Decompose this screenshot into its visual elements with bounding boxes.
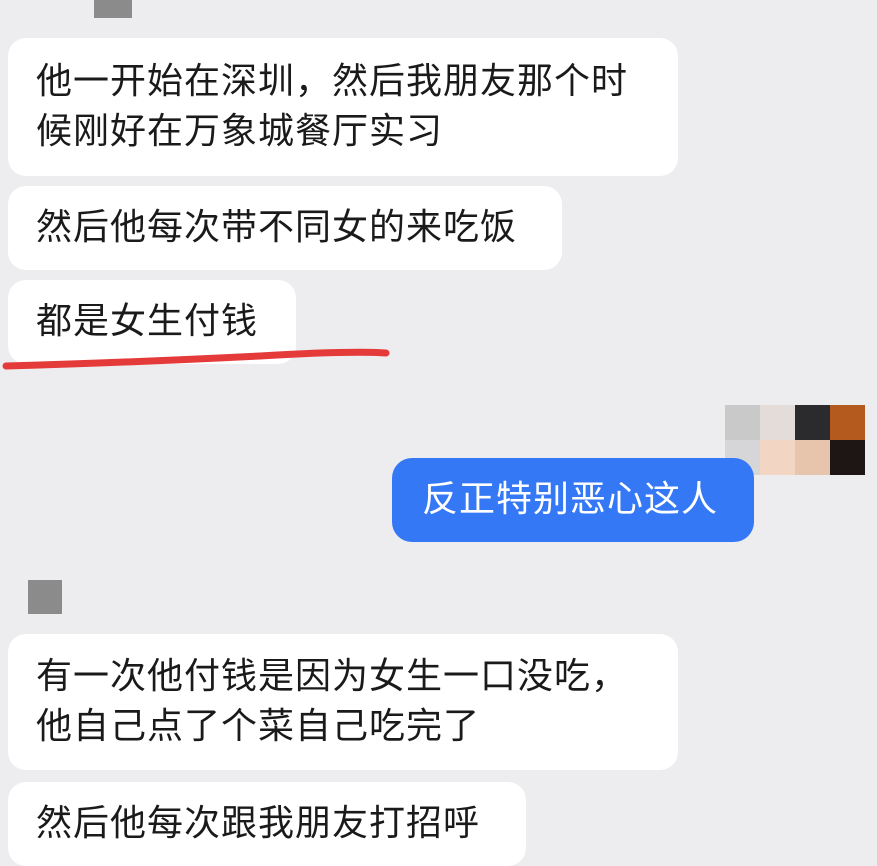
message-1-line-1: 他一开始在深圳，然后我朋友那个时 [36, 61, 629, 102]
avatar-icon[interactable] [28, 580, 62, 614]
message-5-line-1: 有一次他付钱是因为女生一口没吃， [36, 656, 629, 697]
message-2-line-1: 然后他每次带不同女的来吃饭 [36, 207, 518, 248]
message-6-line-1: 然后他每次跟我朋友打招呼 [36, 803, 481, 844]
message-bubble-1[interactable]: 他一开始在深圳，然后我朋友那个时 候刚好在万象城餐厅实习 [8, 38, 678, 176]
message-1-line-2: 候刚好在万象城餐厅实习 [36, 111, 444, 152]
message-bubble-2[interactable]: 然后他每次带不同女的来吃饭 [8, 186, 562, 270]
sender-avatar-top[interactable] [94, 0, 132, 18]
message-bubble-6[interactable]: 然后他每次跟我朋友打招呼 [8, 782, 526, 866]
message-5-line-2: 他自己点了个菜自己吃完了 [36, 706, 481, 747]
message-bubble-5[interactable]: 有一次他付钱是因为女生一口没吃， 他自己点了个菜自己吃完了 [8, 634, 678, 770]
red-underline-annotation [2, 348, 390, 370]
message-bubble-4-outgoing[interactable]: 反正特别恶心这人 [392, 458, 754, 542]
message-4-line-1: 反正特别恶心这人 [422, 479, 719, 520]
